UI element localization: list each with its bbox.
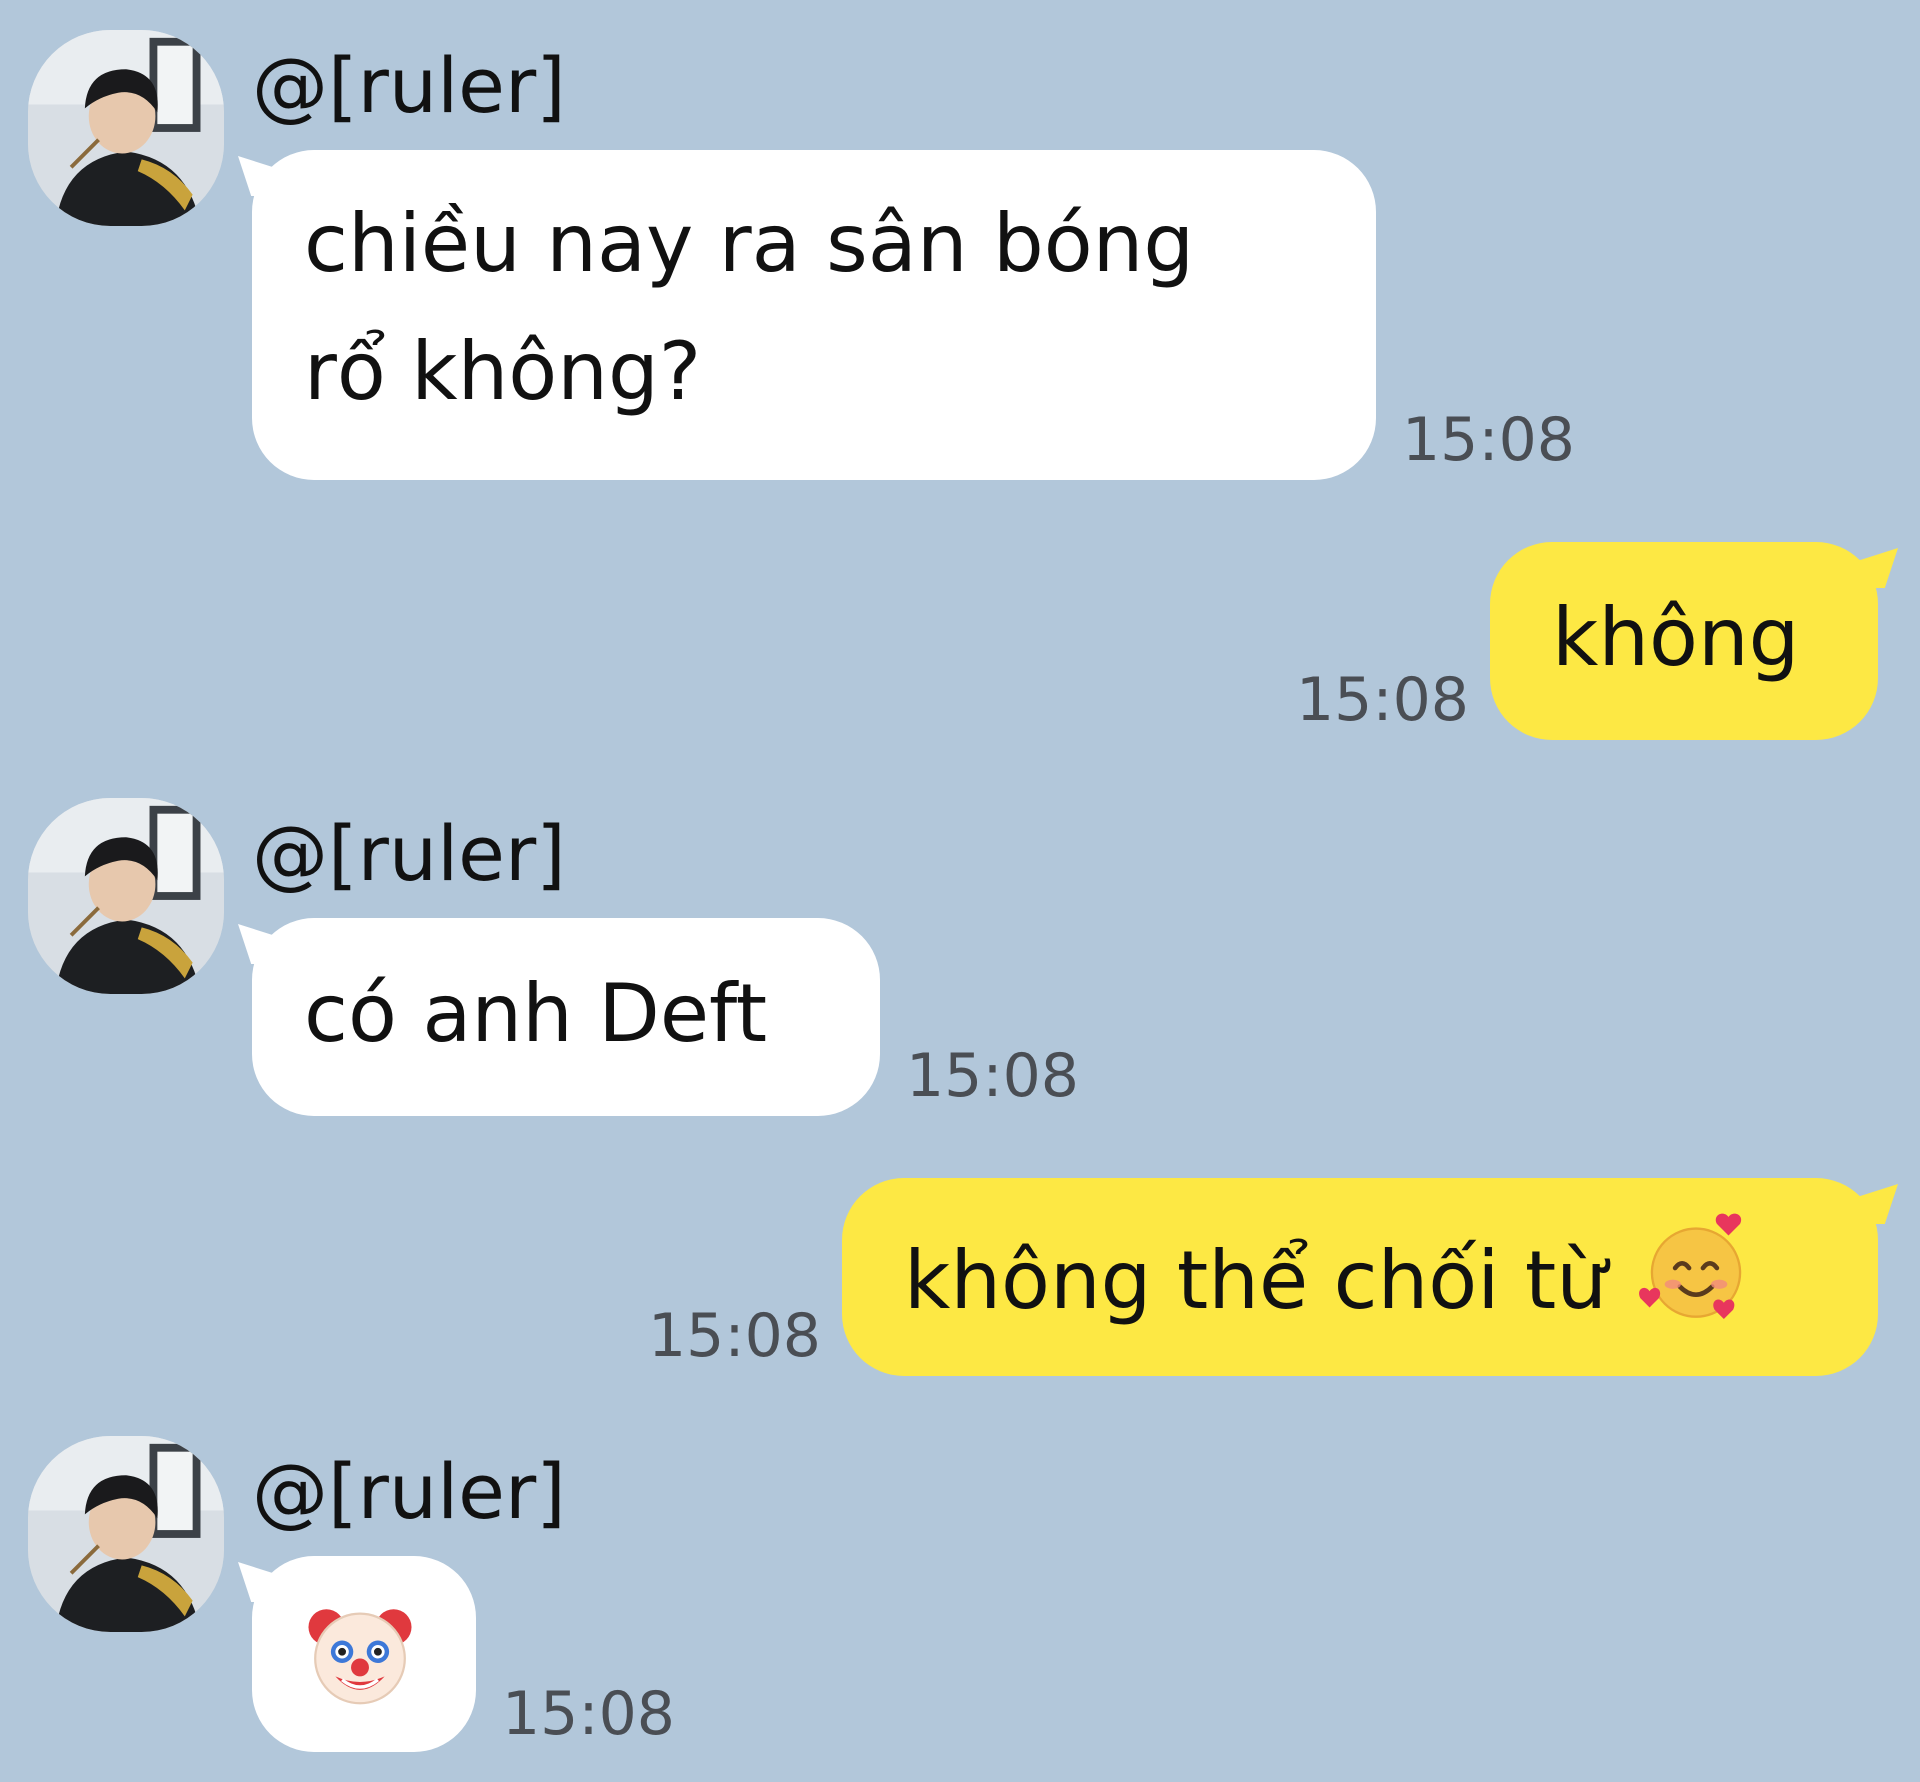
smiling-face-with-hearts-icon <box>1638 1210 1754 1326</box>
avatar-photo-icon <box>28 798 224 994</box>
outgoing-message-bubble[interactable]: không <box>1490 542 1878 740</box>
message-text: có anh Deft <box>304 967 768 1060</box>
sender-avatar[interactable] <box>28 1436 224 1632</box>
avatar-photo-icon <box>28 30 224 226</box>
message-timestamp: 15:08 <box>1402 405 1575 475</box>
sender-name: @[ruler] <box>252 809 566 898</box>
incoming-message-bubble[interactable] <box>252 1556 476 1752</box>
message-text-line: rổ không? <box>304 325 702 418</box>
message-text-line: chiều nay ra sân bóng <box>304 197 1195 290</box>
message-text: không <box>1552 591 1800 684</box>
outgoing-message-bubble[interactable]: không thể chối từ <box>842 1178 1878 1376</box>
sender-avatar[interactable] <box>28 798 224 994</box>
message-timestamp: 15:08 <box>502 1679 675 1749</box>
message-timestamp: 15:08 <box>648 1301 821 1371</box>
sender-name: @[ruler] <box>252 1447 566 1536</box>
sender-name: @[ruler] <box>252 41 566 130</box>
incoming-message-bubble[interactable]: chiều nay ra sân bóng rổ không? <box>252 150 1376 480</box>
message-timestamp: 15:08 <box>1296 665 1469 735</box>
message-timestamp: 15:08 <box>906 1041 1079 1111</box>
clown-face-icon <box>304 1598 416 1710</box>
incoming-message-bubble[interactable]: có anh Deft <box>252 918 880 1116</box>
avatar-photo-icon <box>28 1436 224 1632</box>
message-text: không thể chối từ <box>904 1234 1607 1327</box>
sender-avatar[interactable] <box>28 30 224 226</box>
